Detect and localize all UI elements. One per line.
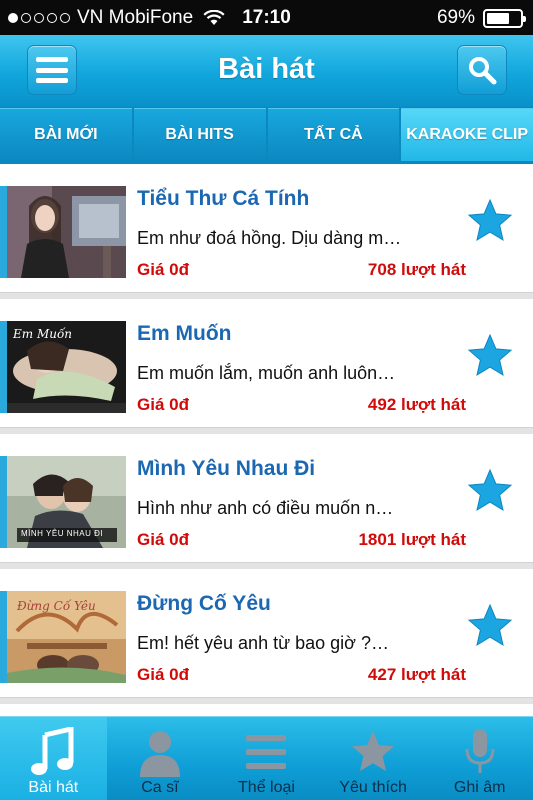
tabbar-item-singers[interactable]: Ca sĩ xyxy=(107,717,214,800)
song-row[interactable]: MÌNH YÊU NHAU ĐI Mình Yêu Nhau Đi Hình n… xyxy=(0,434,533,562)
battery-percent: 69% xyxy=(436,7,475,28)
song-price: Giá 0đ xyxy=(137,260,189,279)
song-row[interactable]: Đừng Cố Yêu Đừng Cố Yêu Em! hết yêu anh … xyxy=(0,569,533,697)
tab-all[interactable]: TẤT CẢ xyxy=(267,108,400,161)
song-price: Giá 0đ xyxy=(137,665,189,684)
song-title: Mình Yêu Nhau Đi xyxy=(137,457,316,480)
row-divider xyxy=(0,562,533,569)
row-divider xyxy=(0,697,533,704)
favorite-star-icon[interactable] xyxy=(466,197,514,245)
bottom-tab-bar: Bài hát Ca sĩ Thể loại Yêu thích Ghi âm xyxy=(0,716,533,800)
favorite-star-icon[interactable] xyxy=(466,332,514,380)
status-bar: VN MobiFone 17:10 69% xyxy=(0,0,533,35)
song-price: Giá 0đ xyxy=(137,395,189,414)
song-play-count: 1801 lượt hát xyxy=(358,530,466,549)
tabbar-label: Thể loại xyxy=(238,779,295,796)
tabbar-label: Yêu thích xyxy=(339,779,407,796)
tab-hit-songs[interactable]: BÀI HITS xyxy=(133,108,266,161)
tabbar-label: Ca sĩ xyxy=(141,779,179,796)
row-divider xyxy=(0,427,533,434)
search-icon xyxy=(469,57,497,85)
song-price: Giá 0đ xyxy=(137,530,189,549)
song-thumbnail: Em Muốn xyxy=(7,321,126,413)
star-icon xyxy=(352,731,395,771)
category-tabs: BÀI MỚI BÀI HITS TẤT CẢ KARAOKE CLIP xyxy=(0,107,533,164)
row-divider xyxy=(0,292,533,299)
tabbar-item-songs[interactable]: Bài hát xyxy=(0,717,107,800)
tabbar-label: Bài hát xyxy=(28,779,79,796)
person-icon xyxy=(139,731,180,777)
song-thumbnail: MÌNH YÊU NHAU ĐI xyxy=(7,456,126,548)
row-accent xyxy=(0,321,7,413)
song-list: Tiểu Thư Cá Tính Em như đoá hồng. Dịu dà… xyxy=(0,164,533,716)
song-row[interactable]: Em Muốn Em Muốn Em muốn lắm, muốn anh lu… xyxy=(0,299,533,427)
song-title: Tiểu Thư Cá Tính xyxy=(137,187,310,210)
tabbar-label: Ghi âm xyxy=(453,779,506,796)
song-title: Đừng Cố Yêu xyxy=(137,592,271,615)
tabbar-item-favorites[interactable]: Yêu thích xyxy=(320,717,427,800)
song-title: Em Muốn xyxy=(137,322,232,345)
row-accent xyxy=(0,591,7,683)
row-accent xyxy=(0,186,7,278)
song-play-count: 708 lượt hát xyxy=(367,260,466,279)
thumbnail-caption: Em Muốn xyxy=(13,327,73,341)
tab-karaoke-clip[interactable]: KARAOKE CLIP xyxy=(401,108,533,161)
song-lyric: Em! hết yêu anh từ bao giờ ?… xyxy=(137,633,389,653)
battery-icon xyxy=(483,8,526,28)
navigation-bar: Bài hát xyxy=(0,35,533,107)
favorite-star-icon[interactable] xyxy=(466,467,514,515)
song-row[interactable]: Tiểu Thư Cá Tính Em như đoá hồng. Dịu dà… xyxy=(0,164,533,292)
microphone-icon xyxy=(465,729,495,773)
music-note-icon xyxy=(31,727,74,775)
tab-new-songs[interactable]: BÀI MỚI xyxy=(0,108,132,161)
favorite-star-icon[interactable] xyxy=(466,602,514,650)
song-lyric: Em muốn lắm, muốn anh luôn… xyxy=(137,363,396,383)
song-lyric: Em như đoá hồng. Dịu dàng m… xyxy=(137,228,402,248)
thumbnail-caption: Đừng Cố Yêu xyxy=(17,599,96,613)
song-play-count: 427 lượt hát xyxy=(367,665,466,684)
status-right: 69% xyxy=(436,7,526,29)
tabbar-item-recording[interactable]: Ghi âm xyxy=(426,717,533,800)
song-thumbnail: Đừng Cố Yêu xyxy=(7,591,126,683)
song-play-count: 492 lượt hát xyxy=(367,395,466,414)
thumbnail-caption: MÌNH YÊU NHAU ĐI xyxy=(21,529,104,538)
song-thumbnail xyxy=(7,186,126,278)
song-lyric: Hình như anh có điều muốn n… xyxy=(137,498,394,518)
row-accent xyxy=(0,456,7,548)
list-icon xyxy=(246,735,287,769)
tabbar-item-genres[interactable]: Thể loại xyxy=(213,717,320,800)
page-title: Bài hát xyxy=(218,53,315,85)
search-button[interactable] xyxy=(457,45,507,95)
